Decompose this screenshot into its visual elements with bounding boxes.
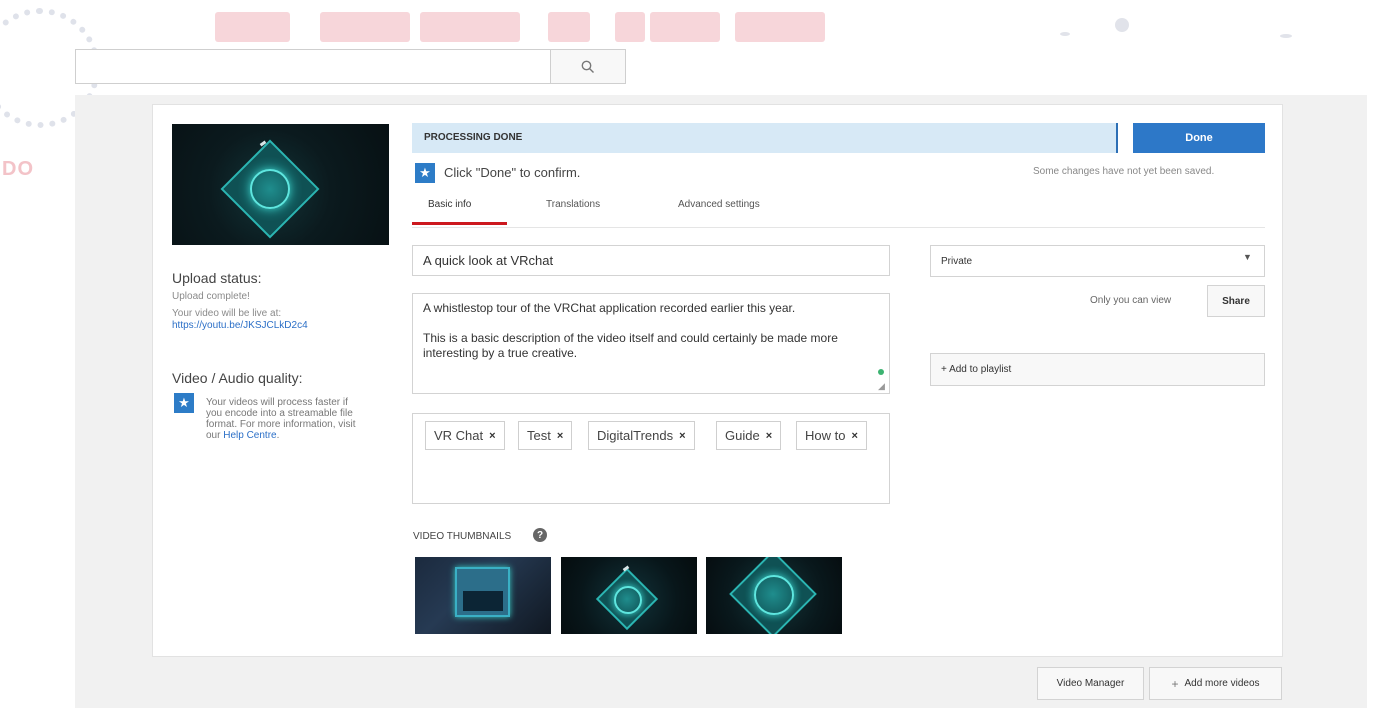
watermark-bar (615, 12, 645, 42)
remove-tag-icon[interactable]: × (766, 430, 772, 442)
resize-handle-icon[interactable]: ◢ (878, 381, 885, 392)
title-input[interactable]: A quick look at VRchat (412, 245, 890, 276)
plus-icon: + (1171, 676, 1179, 691)
remove-tag-icon[interactable]: × (851, 430, 857, 442)
watermark-bar (320, 12, 410, 42)
upload-status-heading: Upload status: (172, 270, 262, 286)
live-at-text: Your video will be live at: (172, 308, 282, 319)
tab-basic-info[interactable]: Basic info (428, 199, 471, 210)
search-icon (581, 60, 594, 73)
remove-tag-icon[interactable]: × (679, 430, 685, 442)
processing-status-bar: PROCESSING DONE (412, 123, 1118, 153)
tag-label: Test (527, 428, 551, 443)
tag-label: VR Chat (434, 428, 484, 443)
add-more-videos-label: Add more videos (1184, 678, 1260, 689)
active-tab-indicator (412, 222, 507, 225)
tag-chip[interactable]: Guide × (716, 421, 782, 450)
watermark-bar (548, 12, 590, 42)
watermark-bar (650, 12, 720, 42)
tabs-divider (412, 227, 1265, 228)
watermark-bar (420, 12, 520, 42)
done-button[interactable]: Done (1133, 123, 1265, 153)
quality-info: Your videos will process faster if you e… (206, 397, 356, 441)
thumbnail-option[interactable] (415, 557, 551, 634)
share-button[interactable]: Share (1207, 285, 1265, 317)
tab-advanced-settings[interactable]: Advanced settings (678, 199, 760, 210)
star-icon: ★ (415, 163, 435, 183)
add-to-playlist-button[interactable]: + Add to playlist (930, 353, 1265, 386)
watermark-dot (1280, 34, 1292, 38)
search-button[interactable] (550, 49, 626, 84)
thumbnail-option[interactable] (561, 557, 697, 634)
tab-translations[interactable]: Translations (546, 199, 600, 210)
remove-tag-icon[interactable]: × (489, 430, 495, 442)
quality-heading: Video / Audio quality: (172, 370, 303, 386)
watermark-text: DO (2, 158, 34, 180)
search-input[interactable] (75, 49, 550, 84)
star-icon: ★ (174, 393, 194, 413)
tag-label: DigitalTrends (597, 428, 674, 443)
privacy-select[interactable]: Private (930, 245, 1265, 277)
status-dot (878, 369, 884, 375)
tag-chip[interactable]: DigitalTrends × (588, 421, 695, 450)
tag-chip[interactable]: How to × (796, 421, 867, 450)
help-icon[interactable]: ? (533, 528, 547, 542)
video-url-link[interactable]: https://youtu.be/JKSJCLkD2c4 (172, 320, 308, 332)
confirm-text: Click "Done" to confirm. (444, 165, 581, 180)
watermark-dot (1060, 32, 1070, 36)
remove-tag-icon[interactable]: × (557, 430, 563, 442)
visibility-note: Only you can view (1090, 295, 1172, 306)
thumbnail-option[interactable] (706, 557, 842, 634)
help-centre-link[interactable]: Help Centre (223, 430, 276, 441)
watermark-bar (735, 12, 825, 42)
video-manager-button[interactable]: Video Manager (1037, 667, 1144, 700)
tag-chip[interactable]: VR Chat × (425, 421, 505, 450)
watermark-dot (1115, 18, 1129, 32)
description-textarea[interactable]: A whistlestop tour of the VRChat applica… (412, 293, 890, 394)
processing-status-text: PROCESSING DONE (424, 132, 523, 143)
chevron-down-icon: ▼ (1243, 252, 1252, 262)
unsaved-changes-text: Some changes have not yet been saved. (1033, 166, 1215, 177)
tag-label: Guide (725, 428, 760, 443)
watermark-bar (215, 12, 290, 42)
video-thumbnails-label: VIDEO THUMBNAILS (413, 531, 512, 542)
upload-complete-text: Upload complete! (172, 291, 250, 302)
tag-label: How to (805, 428, 846, 443)
video-thumbnail (172, 124, 389, 245)
tag-chip[interactable]: Test × (518, 421, 573, 450)
add-more-videos-button[interactable]: + Add more videos (1149, 667, 1282, 700)
